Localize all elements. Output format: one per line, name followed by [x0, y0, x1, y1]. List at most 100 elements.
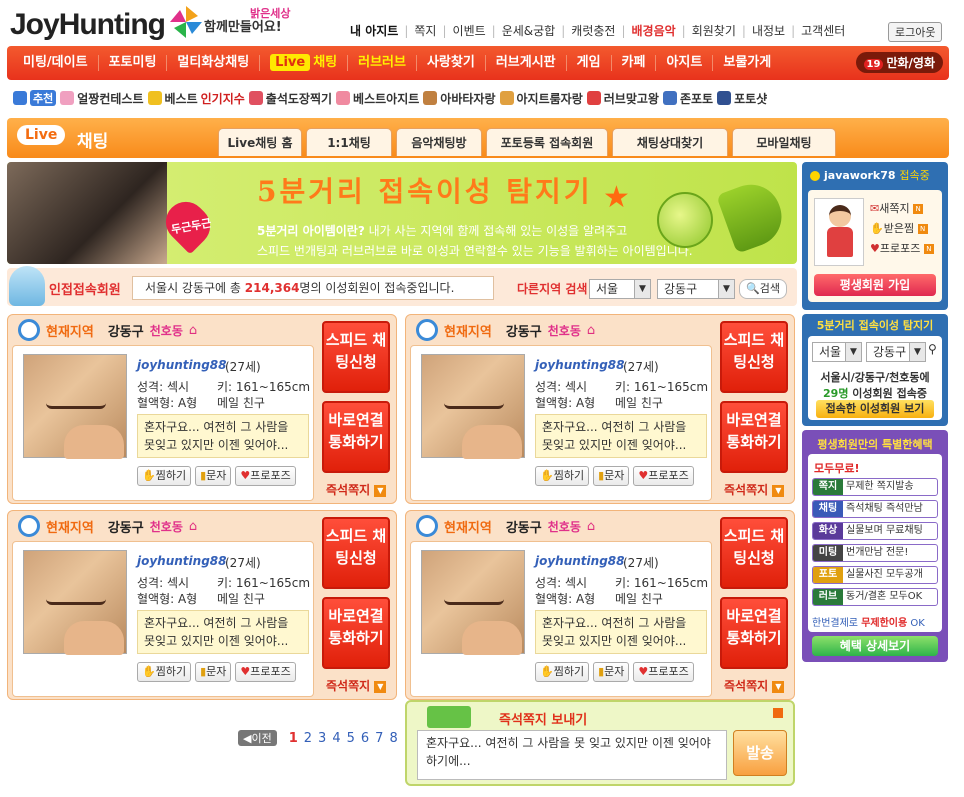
nav-find-love[interactable]: 사랑찾기 — [417, 55, 486, 71]
instant-message-link[interactable]: 즉석쪽지 ▼ — [326, 481, 387, 498]
like-button[interactable]: ✋찜하기 — [535, 662, 590, 682]
like-button[interactable]: ✋찜하기 — [535, 466, 590, 486]
like-button[interactable]: ✋찜하기 — [137, 662, 192, 682]
tab-one-to-one[interactable]: 1:1채팅 — [306, 128, 392, 156]
district-select[interactable]: 강동구 ▼ — [657, 279, 735, 299]
like-button[interactable]: ✋찜하기 — [137, 466, 192, 486]
search-icon[interactable]: ⚲ — [928, 342, 937, 356]
sub-avatar-show[interactable]: 아바타자랑 — [423, 90, 496, 107]
speed-chat-button[interactable]: 스피드 채팅신청 — [322, 321, 390, 393]
propose-button[interactable]: ♥프로포즈 — [235, 662, 296, 682]
speed-chat-button[interactable]: 스피드 채팅신청 — [322, 517, 390, 589]
top-link-find-member[interactable]: 회원찾기 — [692, 22, 736, 39]
username[interactable]: joyhunting88 — [137, 554, 227, 568]
nav-love-board[interactable]: 러브게시판 — [486, 55, 567, 71]
propose-button[interactable]: ♥프로포즈 — [235, 466, 296, 486]
instant-message-link[interactable]: 즉석쪽지 ▼ — [724, 481, 785, 498]
benefits-detail-button[interactable]: 혜택 상세보기 — [812, 636, 938, 656]
city-select[interactable]: 서울 ▼ — [589, 279, 651, 299]
nav-adult-comics[interactable]: 19 만화/영화 — [855, 52, 943, 73]
page-link[interactable]: 6 — [361, 731, 369, 746]
top-link-support[interactable]: 고객센터 — [801, 22, 845, 39]
joyhunting-logo[interactable]: JoyHunting — [10, 8, 166, 42]
sub-zone-photo[interactable]: 존포토 — [662, 90, 713, 107]
my-avatar[interactable] — [814, 198, 864, 266]
detector-city-select[interactable]: 서울 ▼ — [812, 342, 862, 362]
sms-button[interactable]: ▮문자 — [195, 662, 232, 682]
nav-cafe[interactable]: 카페 — [612, 55, 657, 71]
tab-live-chat-home[interactable]: Live채팅 홈 — [218, 128, 302, 156]
detector-banner[interactable]: 두근두근 5분거리 접속이성 탐지기 5분거리 아이템이란? 내가 사는 지역에… — [7, 162, 797, 264]
sub-attendance[interactable]: 출석도장찍기 — [248, 90, 332, 107]
tab-music-chat[interactable]: 음악채팅방 — [396, 128, 482, 156]
instant-message-link[interactable]: 즉석쪽지 ▼ — [724, 677, 785, 694]
collapse-icon[interactable] — [773, 708, 783, 718]
page-link[interactable]: 7 — [375, 731, 383, 746]
profile-photo[interactable] — [421, 354, 525, 459]
sub-face-contest[interactable]: 얼짱컨테스트 — [60, 90, 144, 107]
logout-button[interactable]: 로그아웃 — [888, 22, 943, 42]
lifetime-join-button[interactable]: 평생회원 가입 — [814, 274, 936, 296]
nav-game[interactable]: 게임 — [567, 55, 612, 71]
nav-meeting[interactable]: 미팅/데이트 — [13, 55, 99, 71]
propose-button[interactable]: ♥프로포즈 — [633, 466, 694, 486]
username[interactable]: joyhunting88 — [137, 358, 227, 372]
direct-call-button[interactable]: 바로연결 통화하기 — [322, 597, 390, 669]
home-icon[interactable]: ⌂ — [587, 323, 595, 338]
sub-best-azit[interactable]: 베스트아지트 — [336, 90, 419, 107]
direct-call-button[interactable]: 바로연결 통화하기 — [322, 401, 390, 473]
instant-message-textarea[interactable]: 혼자구요... 여전히 그 사람을 못 잊고 있지만 이젠 잊어야 하기에... — [417, 730, 727, 780]
direct-call-button[interactable]: 바로연결 통화하기 — [720, 401, 788, 473]
new-messages-link[interactable]: ✉새쪽지 N — [870, 200, 924, 216]
top-link-my-info[interactable]: 내정보 — [752, 22, 785, 39]
sub-photo-shot[interactable]: 포토샷 — [717, 90, 767, 107]
page-link[interactable]: 4 — [332, 731, 340, 746]
see-online-members-button[interactable]: 접속한 이성회원 보기 — [816, 400, 934, 418]
speed-chat-button[interactable]: 스피드 채팅신청 — [720, 517, 788, 589]
sub-best[interactable]: 베스트 인기지수 — [147, 90, 245, 107]
sub-azit-room[interactable]: 아지트룸자랑 — [499, 90, 583, 107]
instant-message-link[interactable]: 즉석쪽지 ▼ — [326, 677, 387, 694]
page-link[interactable]: 2 — [304, 731, 312, 746]
nav-azit[interactable]: 아지트 — [656, 55, 714, 71]
page-link[interactable]: 8 — [389, 731, 397, 746]
nav-multi-video-chat[interactable]: 멀티화상채팅 — [167, 55, 261, 71]
proposals-link[interactable]: ♥프로포즈 N — [870, 240, 934, 256]
profile-photo[interactable] — [23, 354, 127, 459]
page-link[interactable]: 5 — [347, 731, 355, 746]
top-link-fortune[interactable]: 운세&궁합 — [502, 22, 556, 39]
sms-button[interactable]: ▮문자 — [593, 466, 630, 486]
top-link-bgm[interactable]: 배경음악 — [632, 22, 676, 39]
nav-treasure-shop[interactable]: 보물가게 — [713, 55, 781, 71]
username[interactable]: joyhunting88 — [535, 554, 625, 568]
speed-chat-button[interactable]: 스피드 채팅신청 — [720, 321, 788, 393]
top-link-event[interactable]: 이벤트 — [453, 22, 486, 39]
sms-button[interactable]: ▮문자 — [195, 466, 232, 486]
prev-page-button[interactable]: ◀이전 — [238, 730, 277, 746]
bright-world-logo[interactable]: 밝은세상 — [250, 5, 290, 21]
search-button[interactable]: 🔍검색 — [739, 279, 787, 299]
sms-button[interactable]: ▮문자 — [593, 662, 630, 682]
top-link-carat[interactable]: 캐럿충전 — [571, 22, 615, 39]
sub-recommend[interactable]: 추천 — [13, 90, 57, 106]
propose-button[interactable]: ♥프로포즈 — [633, 662, 694, 682]
received-likes-link[interactable]: ✋받은찜 N — [870, 220, 928, 236]
tab-find-partner[interactable]: 채팅상대찾기 — [612, 128, 728, 156]
top-link-my-azit[interactable]: 내 아지트 — [350, 22, 398, 39]
profile-photo[interactable] — [421, 550, 525, 655]
nav-photo-meeting[interactable]: 포토미팅 — [99, 55, 168, 71]
nav-love-love[interactable]: 러브러브 — [348, 55, 417, 71]
page-link[interactable]: 3 — [318, 731, 326, 746]
home-icon[interactable]: ⌂ — [189, 519, 197, 534]
page-link[interactable]: 1 — [289, 731, 298, 746]
nav-live-chat[interactable]: Live 채팅 — [260, 54, 349, 71]
home-icon[interactable]: ⌂ — [587, 519, 595, 534]
username[interactable]: joyhunting88 — [535, 358, 625, 372]
top-link-message[interactable]: 쪽지 — [414, 22, 436, 39]
tab-photo-members[interactable]: 포토등록 접속회원 — [486, 128, 608, 156]
send-button[interactable]: 발송 — [733, 730, 787, 776]
tab-mobile-chat[interactable]: 모바일채팅 — [732, 128, 836, 156]
detector-district-select[interactable]: 강동구 ▼ — [866, 342, 926, 362]
home-icon[interactable]: ⌂ — [189, 323, 197, 338]
profile-photo[interactable] — [23, 550, 127, 655]
